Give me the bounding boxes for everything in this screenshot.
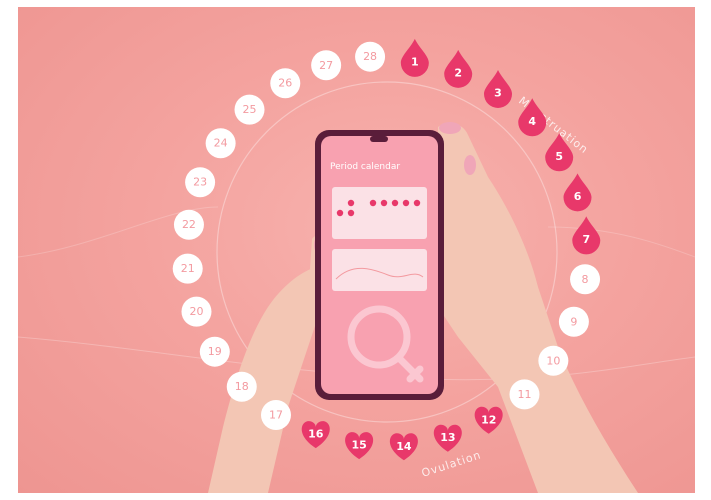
day-number: 25 (243, 103, 257, 116)
day-circle: 25 (234, 94, 265, 125)
calendar-dot (380, 199, 388, 207)
day-number: 1 (411, 55, 419, 68)
day-number: 28 (363, 50, 377, 63)
screen-calendar-card (332, 187, 427, 239)
day-number: 5 (555, 150, 563, 163)
fertile-heart-icon: 15 (345, 432, 374, 460)
day-circle: 28 (355, 41, 386, 72)
day-circle: 26 (270, 68, 301, 99)
day-number: 14 (396, 440, 412, 453)
menstruation-drop-icon: 7 (572, 216, 601, 255)
day-circle: 9 (558, 306, 589, 337)
fertile-heart-icon: 13 (433, 424, 462, 452)
day-number: 20 (189, 305, 203, 318)
day-number: 22 (182, 218, 196, 231)
day-circle: 21 (172, 253, 203, 284)
day-circle: 11 (509, 379, 540, 410)
calendar-dot (413, 199, 421, 207)
day-number: 2 (454, 66, 462, 79)
menstruation-drop-icon: 1 (400, 38, 429, 77)
day-number: 10 (546, 354, 560, 367)
calendar-dot (402, 199, 410, 207)
curve-label-ovulation: Ovulation (420, 448, 483, 480)
day-number: 12 (481, 413, 496, 426)
day-circle: 18 (226, 371, 257, 402)
menstruation-drop-icon: 3 (484, 69, 513, 108)
screen-title: Period calendar (330, 162, 400, 172)
day-number: 6 (574, 190, 582, 203)
day-number: 13 (440, 431, 455, 444)
photo: Period calendar Menstruation Ovulation 1… (18, 7, 695, 493)
day-number: 21 (181, 262, 195, 275)
day-circle: 17 (260, 400, 291, 431)
day-number: 9 (570, 315, 577, 328)
day-number: 8 (582, 273, 589, 286)
screen-chart-card (332, 249, 427, 291)
day-number: 17 (269, 409, 283, 422)
day-number: 24 (214, 137, 228, 150)
day-number: 11 (517, 388, 531, 401)
day-number: 16 (308, 428, 324, 441)
photo-illustration: Period calendar Menstruation Ovulation 1… (18, 38, 695, 493)
day-circle: 24 (205, 128, 236, 159)
day-circle: 10 (538, 345, 569, 376)
calendar-dot (347, 209, 355, 217)
day-number: 15 (352, 439, 367, 452)
day-number: 26 (278, 77, 292, 90)
day-circle: 22 (173, 209, 204, 240)
day-number: 19 (208, 345, 222, 358)
fingernail (439, 122, 461, 134)
fertile-heart-icon: 14 (389, 433, 418, 461)
day-number: 7 (582, 233, 590, 246)
phone-notch (370, 136, 388, 142)
calendar-dot (391, 199, 399, 207)
day-number: 3 (494, 86, 502, 99)
fertile-heart-icon: 16 (301, 421, 330, 449)
calendar-dot (336, 209, 344, 217)
day-circle: 20 (181, 296, 212, 327)
calendar-dot (369, 199, 377, 207)
day-number: 4 (528, 115, 536, 128)
fingernail (464, 155, 476, 175)
day-number: 27 (319, 59, 333, 72)
day-number: 18 (235, 380, 249, 393)
day-number: 23 (193, 176, 207, 189)
decorative-line (547, 226, 695, 258)
fertile-heart-icon: 12 (474, 406, 503, 434)
day-circle: 23 (185, 167, 216, 198)
day-circle: 19 (199, 336, 230, 367)
day-circle: 8 (570, 264, 601, 295)
day-circle: 27 (311, 50, 342, 81)
calendar-dot (347, 199, 355, 207)
menstruation-drop-icon: 2 (444, 49, 473, 88)
menstruation-drop-icon: 6 (563, 173, 592, 212)
